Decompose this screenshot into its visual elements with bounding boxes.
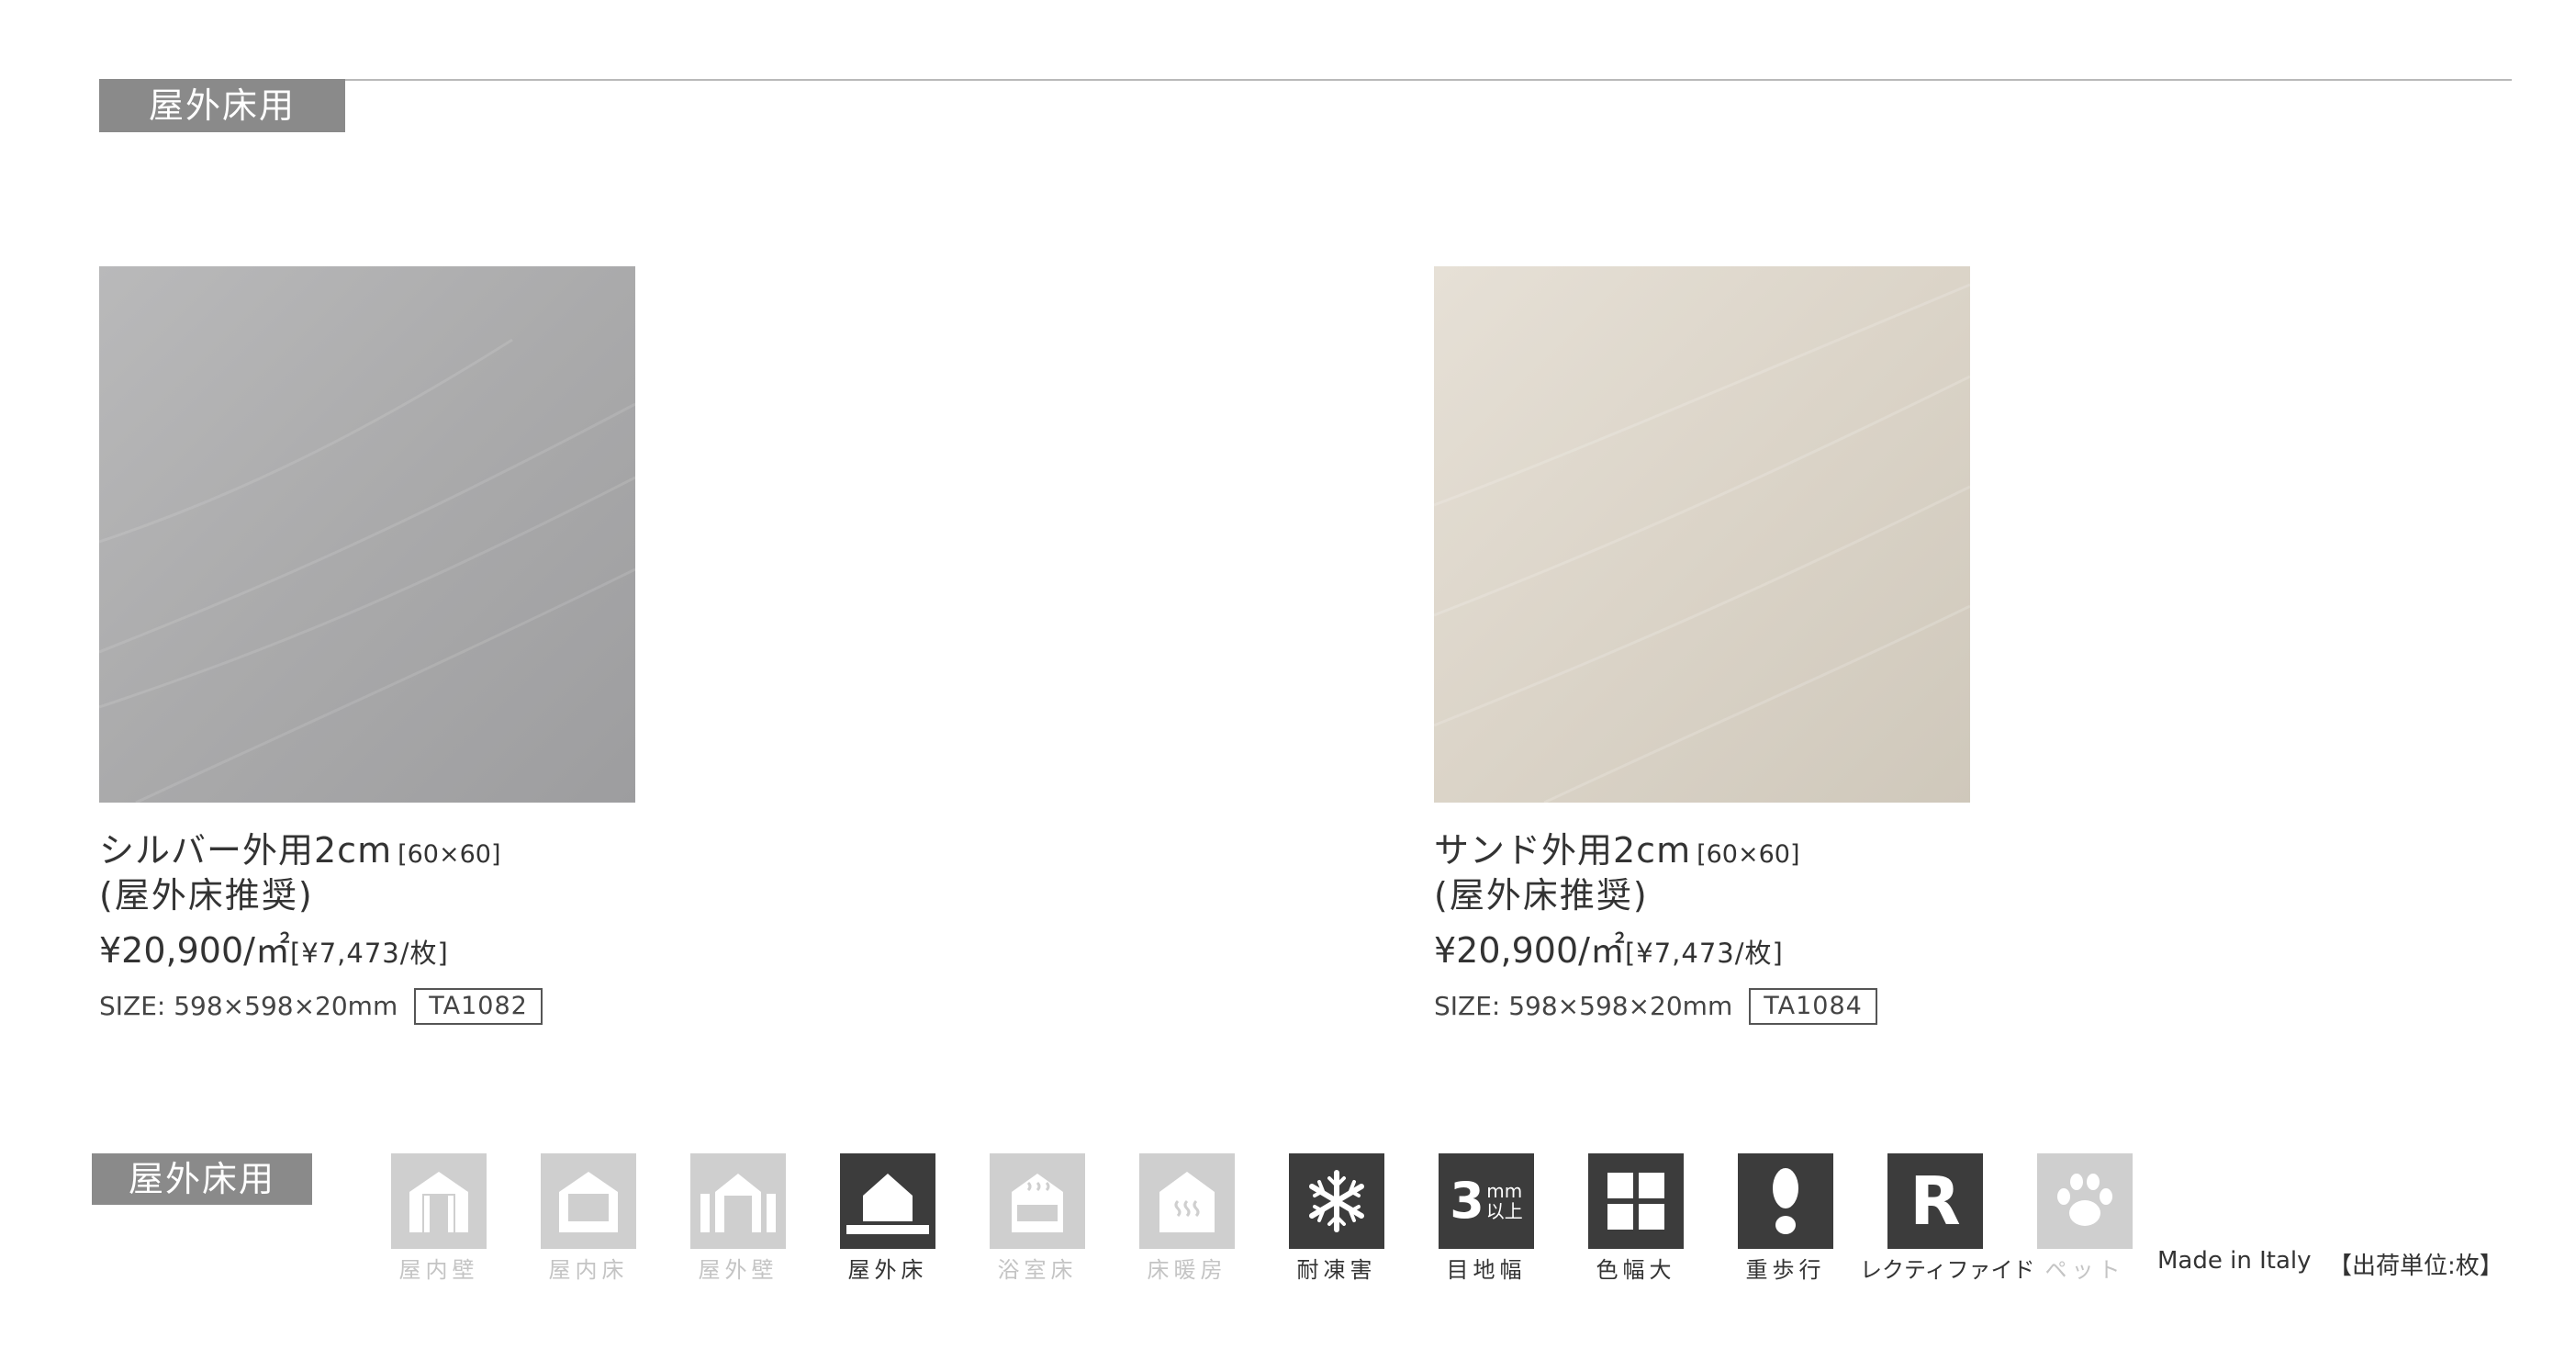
shipping-unit-note: 【出荷単位:枚】: [2328, 1253, 2503, 1280]
usage-bathroom-floor: 浴室床: [990, 1153, 1085, 1284]
usage-frost-resistant: 耐凍害: [1289, 1153, 1384, 1284]
unit-price: [¥7,473/枚]: [1624, 938, 1784, 969]
floor-heating-icon: [1159, 1172, 1215, 1232]
usage-tag: 屋外床用: [92, 1153, 312, 1205]
pet-icon: [2057, 1174, 2112, 1226]
tile-swatch-silver: [99, 266, 635, 803]
size-spec: SIZE: 598×598×20mm: [1434, 991, 1733, 1021]
heavy-traffic-icon: [1773, 1168, 1798, 1234]
usage-joint-width: 3 mm 以上 目地幅: [1439, 1153, 1534, 1284]
usage-outdoor-wall: 屋外壁: [690, 1153, 786, 1284]
rectified-icon: R: [1887, 1153, 1983, 1249]
usage-indoor-floor: 屋内床: [541, 1153, 636, 1284]
product-card-sand[interactable]: サンド外用2cm [60×60] (屋外床推奨) ¥20,900/㎡[¥7,473…: [1434, 266, 1985, 1025]
usage-floor-heating: 床暖房: [1139, 1153, 1235, 1284]
usage-color-variation: 色幅大: [1588, 1153, 1684, 1284]
size-tag: [60×60]: [398, 840, 501, 869]
indoor-wall-icon: [409, 1172, 468, 1232]
recommendation: (屋外床推奨): [99, 875, 314, 916]
section-title-tag: 屋外床用: [99, 79, 345, 132]
usage-pet: ペット: [2037, 1153, 2133, 1284]
usage-outdoor-floor: 屋外床: [840, 1153, 935, 1284]
usage-heavy-traffic: 重歩行: [1738, 1153, 1833, 1284]
product-code: TA1082: [414, 988, 543, 1025]
color-variation-icon: [1607, 1173, 1664, 1230]
unit-price: [¥7,473/枚]: [289, 938, 449, 969]
product-name: サンド外用2cm [60×60]: [1434, 830, 1800, 871]
product-code: TA1084: [1749, 988, 1877, 1025]
section-divider-line: [99, 79, 2512, 81]
indoor-floor-icon: [559, 1172, 618, 1232]
usage-rectified: R レクティファイド: [1860, 1153, 2035, 1284]
spec-row: SIZE: 598×598×20mm TA1084: [1434, 988, 1985, 1025]
product-name: シルバー外用2cm [60×60]: [99, 830, 501, 871]
product-card-silver[interactable]: シルバー外用2cm [60×60] (屋外床推奨) ¥20,900/㎡[¥7,47…: [99, 266, 650, 1025]
recommendation: (屋外床推奨): [1434, 875, 1649, 916]
bathroom-floor-icon: [1012, 1174, 1063, 1232]
tile-swatch-sand: [1434, 266, 1970, 803]
price: ¥20,900/㎡[¥7,473/枚]: [1434, 930, 1784, 971]
made-in-label: Made in Italy: [2157, 1247, 2312, 1275]
size-tag: [60×60]: [1697, 840, 1800, 869]
price: ¥20,900/㎡[¥7,473/枚]: [99, 930, 449, 971]
size-spec: SIZE: 598×598×20mm: [99, 991, 398, 1021]
spec-row: SIZE: 598×598×20mm TA1082: [99, 988, 650, 1025]
outdoor-floor-icon: [846, 1174, 929, 1234]
snowflake-icon: [1309, 1170, 1364, 1232]
usage-indoor-wall: 屋内壁: [391, 1153, 487, 1284]
outdoor-wall-icon: [700, 1174, 776, 1232]
joint-width-icon: 3 mm 以上: [1439, 1153, 1534, 1249]
